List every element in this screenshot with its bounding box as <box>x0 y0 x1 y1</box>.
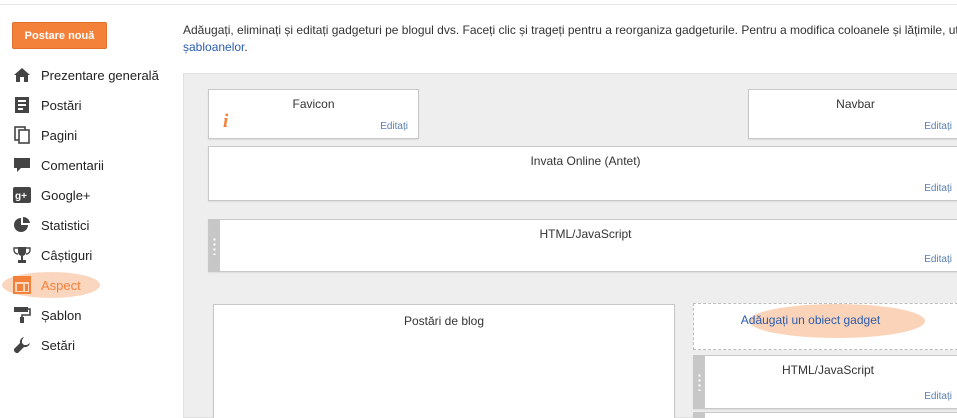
edit-link[interactable]: Editați <box>924 391 952 402</box>
sidebar-item-label: Statistici <box>41 217 90 233</box>
description-text: Adăugați, eliminați și editați gadgeturi… <box>183 23 957 37</box>
comment-icon <box>12 155 32 175</box>
gadget-header[interactable]: Invata Online (Antet) Editați <box>208 146 957 201</box>
info-icon: i <box>223 111 229 132</box>
description-suffix: . <box>244 40 248 54</box>
sidebar: Postare nouă Prezentare generală Postări… <box>0 0 175 418</box>
gadget-html-javascript[interactable]: HTML/JavaScript Editați <box>208 219 957 272</box>
gadget-title: Favicon <box>292 97 335 111</box>
sidebar-item-layout[interactable]: Aspect <box>12 274 172 296</box>
sidebar-item-template[interactable]: Șablon <box>12 304 172 326</box>
edit-link[interactable]: Editați <box>924 183 952 194</box>
sidebar-item-earnings[interactable]: Câștiguri <box>12 244 172 266</box>
gadget-blog-posts[interactable]: Postări de blog <box>213 304 675 418</box>
gadget-favicon[interactable]: Favicon i Editați <box>208 89 419 139</box>
sidebar-item-google-plus[interactable]: g+ Google+ <box>12 184 172 206</box>
layout-icon <box>12 275 32 295</box>
edit-link[interactable]: Editați <box>924 254 952 265</box>
drag-handle[interactable] <box>694 413 705 418</box>
posts-icon <box>12 95 32 115</box>
sidebar-item-label: Pagini <box>41 127 78 143</box>
add-gadget-area[interactable]: Adăugați un obiect gadget <box>693 303 957 350</box>
sidebar-item-label: Setări <box>41 337 75 353</box>
google-plus-icon: g+ <box>12 185 32 205</box>
sidebar-item-pages[interactable]: Pagini <box>12 124 172 146</box>
new-post-button[interactable]: Postare nouă <box>12 22 107 49</box>
gadget-title: HTML/JavaScript <box>781 363 875 377</box>
sidebar-item-label: Google+ <box>41 187 91 203</box>
pages-icon <box>12 125 32 145</box>
edit-link[interactable]: Editați <box>924 121 952 132</box>
page-description: Adăugați, eliminați și editați gadgeturi… <box>183 22 957 56</box>
sidebar-item-label: Prezentare generală <box>41 67 159 83</box>
sidebar-item-comments[interactable]: Comentarii <box>12 154 172 176</box>
sidebar-item-posts[interactable]: Postări <box>12 94 172 116</box>
templates-link[interactable]: șabloanelor <box>183 40 244 54</box>
gadget-title: Postări de blog <box>403 314 485 328</box>
trophy-icon <box>12 245 32 265</box>
gadget-navbar[interactable]: Navbar Editați <box>748 89 957 139</box>
gadget-title: HTML/JavaScript <box>539 227 632 241</box>
gadget-title: Invata Online (Antet) <box>530 154 641 168</box>
sidebar-item-label: Șablon <box>41 307 82 323</box>
svg-text:g+: g+ <box>15 191 27 202</box>
sidebar-item-stats[interactable]: Statistici <box>12 214 172 236</box>
add-gadget-link[interactable]: Adăugați un obiect gadget <box>694 313 927 327</box>
sidebar-item-overview[interactable]: Prezentare generală <box>12 64 172 86</box>
sidebar-item-label: Postări <box>41 97 82 113</box>
sidebar-item-settings[interactable]: Setări <box>12 334 172 356</box>
pie-chart-icon <box>12 215 32 235</box>
home-icon <box>12 65 32 85</box>
gadget-title: Navbar <box>836 97 875 111</box>
gadget-next[interactable] <box>693 412 957 418</box>
gadget-html-javascript-sidebar[interactable]: HTML/JavaScript Editați <box>693 355 957 409</box>
paint-roller-icon <box>12 305 32 325</box>
sidebar-item-label: Comentarii <box>41 157 104 173</box>
sidebar-item-label: Câștiguri <box>41 247 93 263</box>
wrench-icon <box>12 335 32 355</box>
sidebar-item-label: Aspect <box>41 277 81 293</box>
edit-link[interactable]: Editați <box>380 121 408 132</box>
